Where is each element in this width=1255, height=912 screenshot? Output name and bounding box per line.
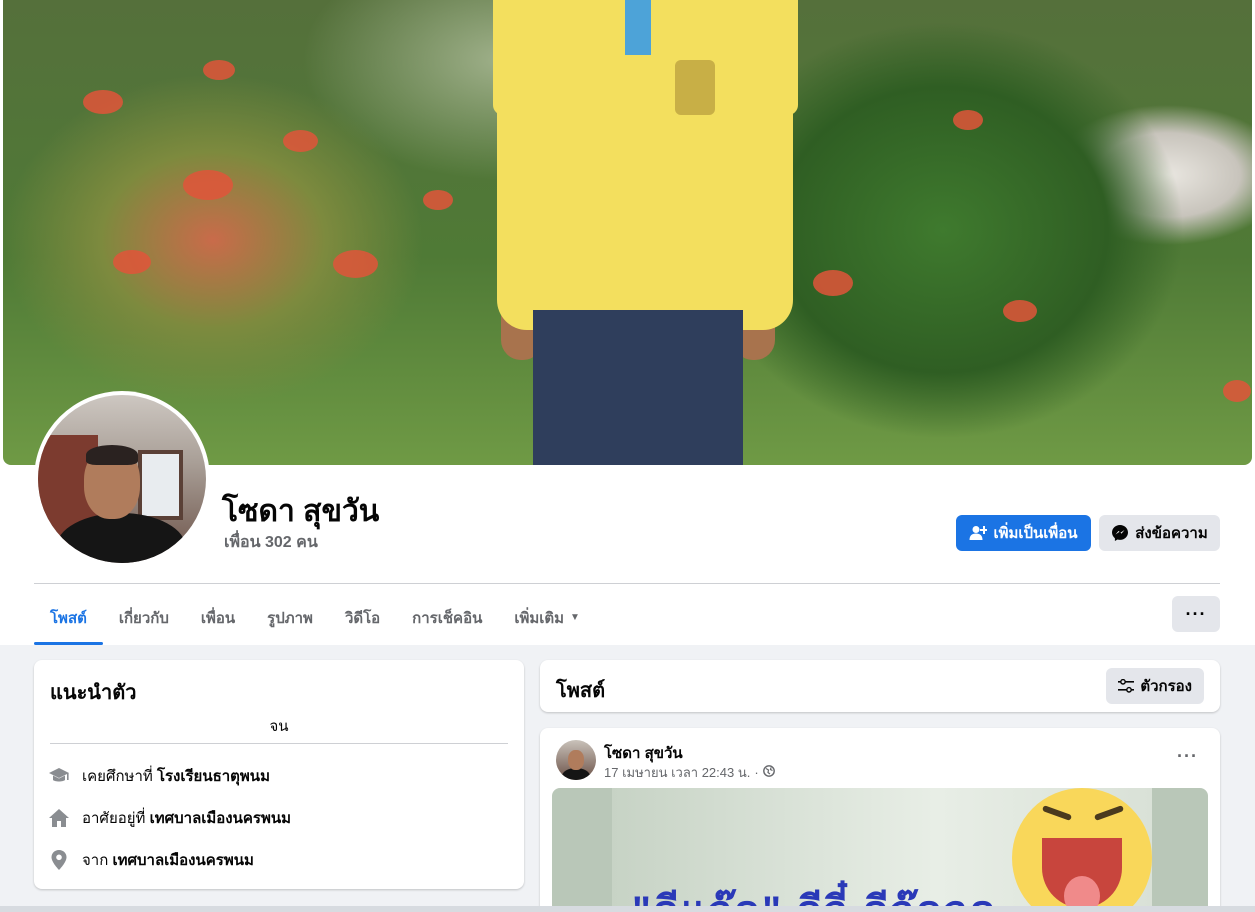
tab-friends[interactable]: เพื่อน [185, 590, 251, 645]
tab-photos[interactable]: รูปภาพ [251, 590, 329, 645]
intro-education: เคยศึกษาที่ โรงเรียนธาตุพนม [48, 764, 270, 788]
profile-header: โซดา สุขวัน เพื่อน 302 คน เพิ่มเป็นเพื่อ… [0, 0, 1255, 645]
window-bottom-edge [0, 906, 1255, 912]
intro-bio: จน [269, 718, 289, 735]
post-timestamp[interactable]: 17 เมษายน เวลา 22:43 น. [604, 762, 750, 783]
tab-more-label: เพิ่มเติม [514, 609, 565, 627]
tab-videos-label: วิดีโอ [344, 609, 381, 627]
intro-hometown-prefix: จาก [82, 852, 109, 869]
post-image[interactable]: "ดีแจ๊ด" ดีจี๋ ดีจ๊ดจด [552, 788, 1208, 912]
tab-posts-label: โพสต์ [50, 609, 87, 627]
tab-about[interactable]: เกี่ยวกับ [103, 590, 185, 645]
send-message-button[interactable]: ส่งข้อความ [1099, 515, 1220, 551]
globe-icon[interactable] [762, 765, 775, 780]
send-message-label: ส่งข้อความ [1135, 525, 1208, 542]
filter-button[interactable]: ตัวกรอง [1106, 668, 1204, 704]
posts-header-card: โพสต์ ตัวกรอง [540, 660, 1220, 712]
intro-title: แนะนำตัว [50, 682, 137, 704]
add-friend-icon [969, 526, 988, 540]
tab-photos-label: รูปภาพ [267, 609, 313, 627]
posts-title: โพสต์ [556, 680, 606, 702]
friends-count[interactable]: เพื่อน 302 คน [224, 530, 318, 555]
intro-divider [50, 743, 508, 744]
tab-more[interactable]: เพิ่มเติม ▼ [498, 590, 596, 645]
filter-sliders-icon [1118, 679, 1135, 693]
header-divider [34, 583, 1220, 584]
tab-about-label: เกี่ยวกับ [118, 609, 169, 627]
intro-card: แนะนำตัว จน เคยศึกษาที่ โรงเรียนธาตุพนม … [34, 660, 524, 889]
post-author-avatar[interactable] [556, 740, 596, 780]
tab-check-ins[interactable]: การเช็คอิน [396, 590, 498, 645]
caret-down-icon: ▼ [570, 612, 580, 623]
add-friend-label: เพิ่มเป็นเพื่อน [993, 525, 1078, 542]
post-card: โซดา สุขวัน 17 เมษายน เวลา 22:43 น. · ··… [540, 728, 1220, 912]
location-pin-icon [48, 849, 70, 871]
graduation-cap-icon [48, 765, 70, 787]
intro-education-value[interactable]: โรงเรียนธาตุพนม [157, 768, 270, 785]
post-meta: 17 เมษายน เวลา 22:43 น. · [604, 762, 775, 783]
intro-education-prefix: เคยศึกษาที่ [82, 768, 153, 785]
more-options-button[interactable]: ··· [1172, 596, 1220, 632]
tab-videos[interactable]: วิดีโอ [329, 590, 396, 645]
messenger-icon [1112, 525, 1129, 541]
post-options-button[interactable]: ··· [1177, 746, 1198, 767]
profile-picture[interactable] [38, 395, 206, 563]
more-dots-icon: ··· [1177, 746, 1198, 766]
profile-tabs: โพสต์ เกี่ยวกับ เพื่อน รูปภาพ วิดีโอ การ… [34, 590, 596, 645]
post-meta-separator: · [754, 765, 759, 780]
home-icon [48, 807, 70, 829]
intro-current-city-value[interactable]: เทศบาลเมืองนครพนม [150, 810, 291, 827]
intro-hometown-value[interactable]: เทศบาลเมืองนครพนม [112, 852, 253, 869]
more-dots-icon: ··· [1185, 603, 1207, 624]
intro-hometown: จาก เทศบาลเมืองนครพนม [48, 848, 254, 872]
cover-photo[interactable] [3, 0, 1252, 465]
add-friend-button[interactable]: เพิ่มเป็นเพื่อน [956, 515, 1091, 551]
intro-current-city-prefix: อาศัยอยู่ที่ [82, 810, 146, 827]
intro-current-city: อาศัยอยู่ที่ เทศบาลเมืองนครพนม [48, 806, 291, 830]
profile-name[interactable]: โซดา สุขวัน [222, 488, 379, 535]
filter-label: ตัวกรอง [1140, 678, 1192, 695]
tab-posts[interactable]: โพสต์ [34, 590, 103, 645]
tab-friends-label: เพื่อน [200, 609, 236, 627]
tab-check-ins-label: การเช็คอิน [412, 609, 483, 627]
